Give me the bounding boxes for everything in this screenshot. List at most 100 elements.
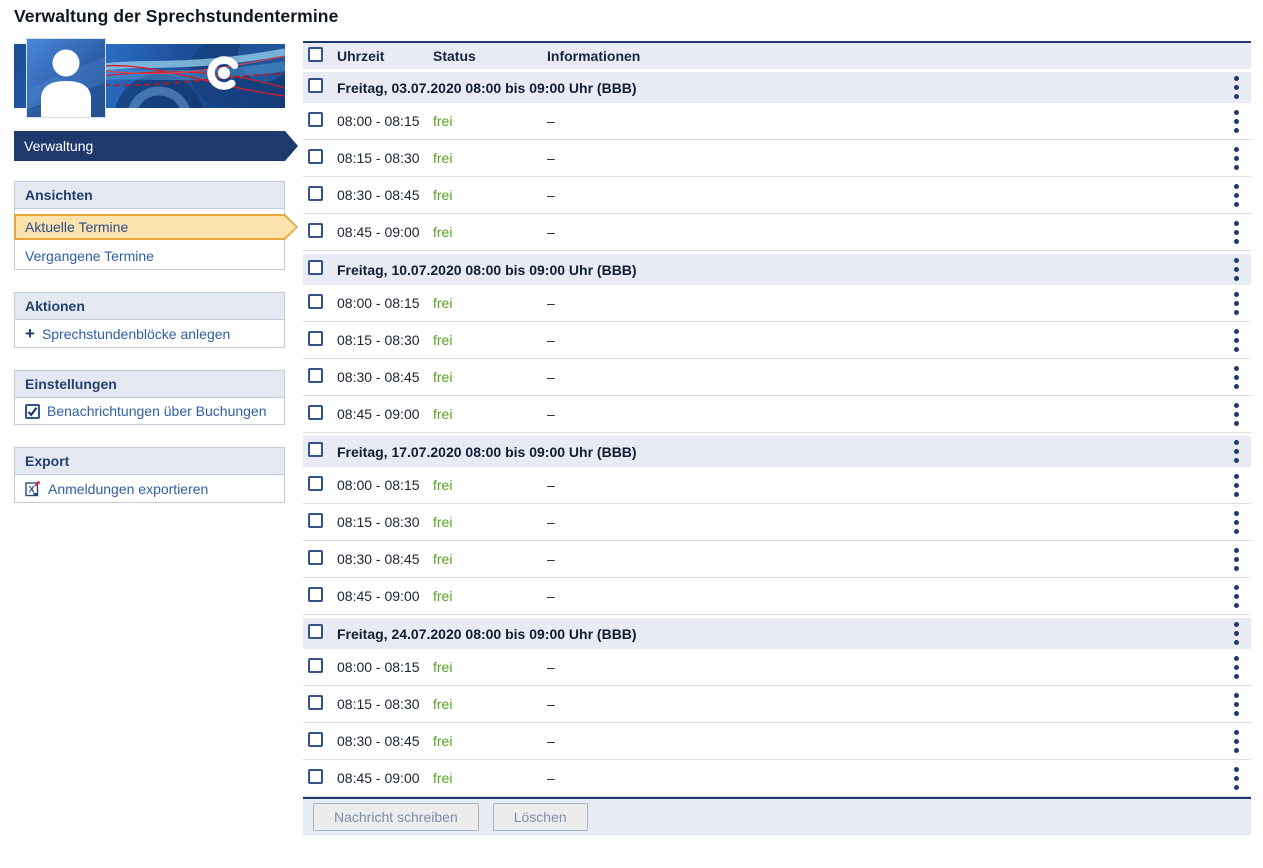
timeslot-status: frei bbox=[433, 113, 547, 129]
row-menu-icon[interactable] bbox=[1234, 620, 1251, 647]
appointment-block-row: Freitag, 03.07.2020 08:00 bis 09:00 Uhr … bbox=[303, 72, 1251, 103]
timeslot-checkbox[interactable] bbox=[308, 294, 323, 309]
section-title-ansichten: Ansichten bbox=[15, 182, 284, 209]
timeslot-checkbox[interactable] bbox=[308, 476, 323, 491]
timeslot-checkbox[interactable] bbox=[308, 112, 323, 127]
row-menu-icon[interactable] bbox=[1234, 654, 1251, 681]
timeslot-time: 08:45 - 09:00 bbox=[337, 224, 433, 240]
row-menu-icon[interactable] bbox=[1234, 472, 1251, 499]
row-menu-icon[interactable] bbox=[1234, 546, 1251, 573]
timeslot-checkbox[interactable] bbox=[308, 405, 323, 420]
person-icon bbox=[27, 39, 105, 117]
timeslot-info: – bbox=[547, 224, 1205, 240]
timeslot-row: 08:30 - 08:45 frei – bbox=[303, 359, 1251, 396]
timeslot-time: 08:45 - 09:00 bbox=[337, 406, 433, 422]
write-message-button[interactable]: Nachricht schreiben bbox=[313, 803, 479, 831]
row-menu-icon[interactable] bbox=[1234, 290, 1251, 317]
timeslot-checkbox[interactable] bbox=[308, 658, 323, 673]
timeslot-row: 08:45 - 09:00 frei – bbox=[303, 214, 1251, 251]
timeslot-info: – bbox=[547, 332, 1205, 348]
row-menu-icon[interactable] bbox=[1234, 401, 1251, 428]
timeslot-checkbox[interactable] bbox=[308, 769, 323, 784]
timeslot-checkbox[interactable] bbox=[308, 149, 323, 164]
select-all-checkbox[interactable] bbox=[308, 47, 323, 62]
appointments-table: Uhrzeit Status Informationen Freitag, 03… bbox=[303, 41, 1251, 835]
row-menu-icon[interactable] bbox=[1234, 256, 1251, 283]
timeslot-info: – bbox=[547, 659, 1205, 675]
row-menu-icon[interactable] bbox=[1234, 74, 1251, 101]
sidebar-nav-verwaltung[interactable]: Verwaltung bbox=[14, 131, 298, 161]
row-menu-icon[interactable] bbox=[1234, 219, 1251, 246]
timeslot-info: – bbox=[547, 551, 1205, 567]
plus-icon: + bbox=[25, 325, 35, 342]
row-menu-icon[interactable] bbox=[1234, 364, 1251, 391]
timeslot-time: 08:30 - 08:45 bbox=[337, 369, 433, 385]
timeslot-checkbox[interactable] bbox=[308, 223, 323, 238]
timeslot-row: 08:15 - 08:30 frei – bbox=[303, 140, 1251, 177]
timeslot-checkbox[interactable] bbox=[308, 695, 323, 710]
timeslot-status: frei bbox=[433, 224, 547, 240]
timeslot-status: frei bbox=[433, 187, 547, 203]
appointment-block-label: Freitag, 10.07.2020 08:00 bis 09:00 Uhr … bbox=[337, 262, 1205, 278]
timeslot-time: 08:15 - 08:30 bbox=[337, 332, 433, 348]
timeslot-time: 08:00 - 08:15 bbox=[337, 477, 433, 493]
block-checkbox[interactable] bbox=[308, 78, 323, 93]
timeslot-checkbox[interactable] bbox=[308, 513, 323, 528]
row-menu-icon[interactable] bbox=[1234, 327, 1251, 354]
row-menu-icon[interactable] bbox=[1234, 145, 1251, 172]
row-menu-icon[interactable] bbox=[1234, 438, 1251, 465]
appointment-block-row: Freitag, 17.07.2020 08:00 bis 09:00 Uhr … bbox=[303, 436, 1251, 467]
row-menu-icon[interactable] bbox=[1234, 509, 1251, 536]
block-checkbox[interactable] bbox=[308, 260, 323, 275]
timeslot-status: frei bbox=[433, 770, 547, 786]
create-blocks-label: Sprechstundenblöcke anlegen bbox=[42, 326, 230, 342]
timeslot-row: 08:30 - 08:45 frei – bbox=[303, 177, 1251, 214]
timeslot-time: 08:30 - 08:45 bbox=[337, 551, 433, 567]
timeslot-status: frei bbox=[433, 477, 547, 493]
timeslot-checkbox[interactable] bbox=[308, 186, 323, 201]
timeslot-info: – bbox=[547, 733, 1205, 749]
sidebar-item-aktuelle-termine[interactable]: Aktuelle Termine bbox=[14, 214, 298, 240]
sidebar-section-aktionen: Aktionen + Sprechstundenblöcke anlegen bbox=[14, 292, 285, 348]
timeslot-time: 08:30 - 08:45 bbox=[337, 733, 433, 749]
sidebar-item-sprechstundenbloecke-anlegen[interactable]: + Sprechstundenblöcke anlegen bbox=[15, 320, 284, 347]
block-checkbox[interactable] bbox=[308, 624, 323, 639]
timeslot-info: – bbox=[547, 477, 1205, 493]
timeslot-time: 08:00 - 08:15 bbox=[337, 295, 433, 311]
row-menu-icon[interactable] bbox=[1234, 583, 1251, 610]
delete-button[interactable]: Löschen bbox=[493, 803, 588, 831]
timeslot-checkbox[interactable] bbox=[308, 331, 323, 346]
timeslot-status: frei bbox=[433, 551, 547, 567]
sidebar-item-anmeldungen-exportieren[interactable]: X Anmeldungen exportieren bbox=[15, 475, 284, 502]
row-menu-icon[interactable] bbox=[1234, 728, 1251, 755]
row-menu-icon[interactable] bbox=[1234, 108, 1251, 135]
sidebar-item-vergangene-termine[interactable]: Vergangene Termine bbox=[15, 243, 284, 269]
timeslot-checkbox[interactable] bbox=[308, 587, 323, 602]
timeslot-time: 08:00 - 08:15 bbox=[337, 113, 433, 129]
vergangene-termine-label: Vergangene Termine bbox=[25, 248, 154, 264]
timeslot-time: 08:30 - 08:45 bbox=[337, 187, 433, 203]
timeslot-checkbox[interactable] bbox=[308, 550, 323, 565]
timeslot-checkbox[interactable] bbox=[308, 368, 323, 383]
timeslot-info: – bbox=[547, 406, 1205, 422]
nav-verwaltung-label: Verwaltung bbox=[24, 138, 93, 154]
row-menu-icon[interactable] bbox=[1234, 182, 1251, 209]
row-menu-icon[interactable] bbox=[1234, 765, 1251, 792]
sidebar-section-einstellungen: Einstellungen Benachrichtungen über Buch… bbox=[14, 370, 285, 425]
timeslot-checkbox[interactable] bbox=[308, 732, 323, 747]
timeslot-status: frei bbox=[433, 369, 547, 385]
timeslot-row: 08:00 - 08:15 frei – bbox=[303, 285, 1251, 322]
notifications-checkbox[interactable] bbox=[25, 404, 40, 419]
timeslot-row: 08:45 - 09:00 frei – bbox=[303, 578, 1251, 615]
block-checkbox[interactable] bbox=[308, 442, 323, 457]
export-registrations-label: Anmeldungen exportieren bbox=[48, 481, 208, 497]
column-header-uhrzeit: Uhrzeit bbox=[337, 48, 433, 64]
person-avatar-tile bbox=[27, 39, 105, 117]
timeslot-status: frei bbox=[433, 733, 547, 749]
appointment-block-label: Freitag, 24.07.2020 08:00 bis 09:00 Uhr … bbox=[337, 626, 1205, 642]
timeslot-time: 08:45 - 09:00 bbox=[337, 770, 433, 786]
timeslot-row: 08:15 - 08:30 frei – bbox=[303, 686, 1251, 723]
sidebar-item-benachrichtungen: Benachrichtungen über Buchungen bbox=[15, 398, 284, 424]
row-menu-icon[interactable] bbox=[1234, 691, 1251, 718]
timeslot-time: 08:15 - 08:30 bbox=[337, 696, 433, 712]
